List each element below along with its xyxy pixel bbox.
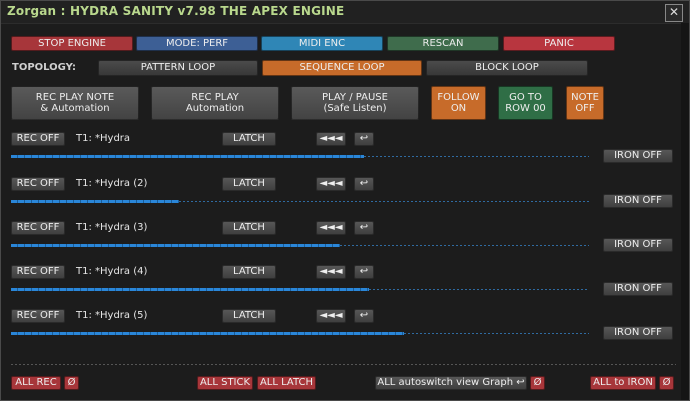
topology-pattern-loop-button[interactable]: PATTERN LOOP [98,60,258,76]
track-5-rec-button[interactable]: REC OFF [11,309,65,323]
follow-toggle[interactable]: FOLLOW ON [431,86,486,120]
main-window: Zorgan : HYDRA SANITY v7.98 THE APEX ENG… [0,0,690,401]
rec-play-automation-button-line-1: REC PLAY [191,91,239,103]
track-4-iron-button[interactable]: IRON OFF [603,282,673,296]
track-4-progress-bar[interactable] [11,288,589,291]
track-2-progress-fill [11,200,179,203]
track-5-progress-remaining [404,333,589,334]
note-off-button[interactable]: NOTE OFF [566,86,604,120]
toolbar-rescan-button[interactable]: RESCAN [387,36,499,51]
note-off-button-line-1: NOTE [571,91,599,103]
track-1-progress-remaining [364,156,589,157]
track-3-progress-remaining [340,245,589,246]
track-4-progress-fill [11,288,369,291]
all-rec-clear-button[interactable]: Ø [64,376,79,390]
track-5-name: T1: *Hydra (5) [76,310,148,321]
title-bar: Zorgan : HYDRA SANITY v7.98 THE APEX ENG… [1,1,689,24]
track-3-return-icon[interactable]: ↩ [354,221,374,235]
track-1-rec-button[interactable]: REC OFF [11,132,65,146]
track-1-progress-fill [11,155,364,158]
topology-sequence-loop-button[interactable]: SEQUENCE LOOP [262,60,422,76]
rec-play-note-button-line-1: REC PLAY NOTE [35,91,115,103]
all-latch-button[interactable]: ALL LATCH [257,376,316,390]
track-1-name: T1: *Hydra [76,133,131,144]
follow-toggle-line-2: ON [450,103,467,114]
go-to-row-button[interactable]: GO TO ROW 00 [498,86,553,120]
track-5-rewind-icon[interactable]: ◄◄◄ [316,309,346,323]
play-pause-button-line-1: PLAY / PAUSE [322,91,388,103]
track-3-progress-bar[interactable] [11,244,589,247]
track-4-return-icon[interactable]: ↩ [354,265,374,279]
autoswitch-clear-button[interactable]: Ø [530,376,545,390]
close-icon[interactable]: ✕ [665,4,683,22]
all-stick-button[interactable]: ALL STICK [197,376,253,390]
track-4-rec-button[interactable]: REC OFF [11,265,65,279]
rec-play-automation-button-line-2: Automation [185,103,245,114]
play-pause-button-line-2: (Safe Listen) [323,103,387,114]
track-5-latch-button[interactable]: LATCH [222,309,276,323]
track-5-return-icon[interactable]: ↩ [354,309,374,323]
track-1-rewind-icon[interactable]: ◄◄◄ [316,132,346,146]
toolbar-stop-engine-button[interactable]: STOP ENGINE [11,36,133,51]
toolbar-mode-perf-button[interactable]: MODE: PERF [136,36,258,51]
track-2-progress-bar[interactable] [11,200,589,203]
all-to-iron-button[interactable]: ALL to IRON [590,376,656,390]
go-to-row-button-line-1: GO TO [509,91,542,103]
track-4-latch-button[interactable]: LATCH [222,265,276,279]
rec-play-automation-button[interactable]: REC PLAY Automation [151,86,279,120]
track-4-name: T1: *Hydra (4) [76,266,148,277]
track-3-iron-button[interactable]: IRON OFF [603,238,673,252]
topology-block-loop-button[interactable]: BLOCK LOOP [426,60,588,76]
toolbar-midi-enc-button[interactable]: MIDI ENC [261,36,383,51]
track-4-progress-remaining [369,289,589,290]
track-3-latch-button[interactable]: LATCH [222,221,276,235]
note-off-button-line-2: OFF [575,103,595,114]
autoswitch-view-graph-button[interactable]: ALL autoswitch view Graph ↩ [375,376,527,390]
track-2-return-icon[interactable]: ↩ [354,177,374,191]
track-3-name: T1: *Hydra (3) [76,222,148,233]
topology-label: TOPOLOGY: [12,62,77,73]
track-3-progress-fill [11,244,340,247]
track-1-progress-bar[interactable] [11,155,589,158]
follow-toggle-line-1: FOLLOW [437,91,480,103]
all-to-iron-clear-button[interactable]: Ø [659,376,674,390]
track-4-rewind-icon[interactable]: ◄◄◄ [316,265,346,279]
all-rec-button[interactable]: ALL REC [11,376,61,390]
track-1-iron-button[interactable]: IRON OFF [603,149,673,163]
track-5-iron-button[interactable]: IRON OFF [603,326,673,340]
scroll-edge [681,23,689,400]
go-to-row-button-line-2: ROW 00 [505,103,546,114]
track-2-name: T1: *Hydra (2) [76,178,148,189]
rec-play-note-button-line-2: & Automation [40,103,110,114]
track-2-progress-remaining [179,201,589,202]
track-1-return-icon[interactable]: ↩ [354,132,374,146]
rec-play-note-button[interactable]: REC PLAY NOTE & Automation [11,86,139,120]
track-3-rec-button[interactable]: REC OFF [11,221,65,235]
footer-divider [11,364,676,365]
track-1-latch-button[interactable]: LATCH [222,132,276,146]
track-3-rewind-icon[interactable]: ◄◄◄ [316,221,346,235]
track-5-progress-bar[interactable] [11,332,589,335]
track-2-iron-button[interactable]: IRON OFF [603,194,673,208]
track-2-rewind-icon[interactable]: ◄◄◄ [316,177,346,191]
play-pause-button[interactable]: PLAY / PAUSE (Safe Listen) [291,86,419,120]
window-title: Zorgan : HYDRA SANITY v7.98 THE APEX ENG… [7,4,345,18]
track-2-rec-button[interactable]: REC OFF [11,177,65,191]
track-2-latch-button[interactable]: LATCH [222,177,276,191]
toolbar-panic-button[interactable]: PANIC [503,36,615,51]
track-5-progress-fill [11,332,404,335]
